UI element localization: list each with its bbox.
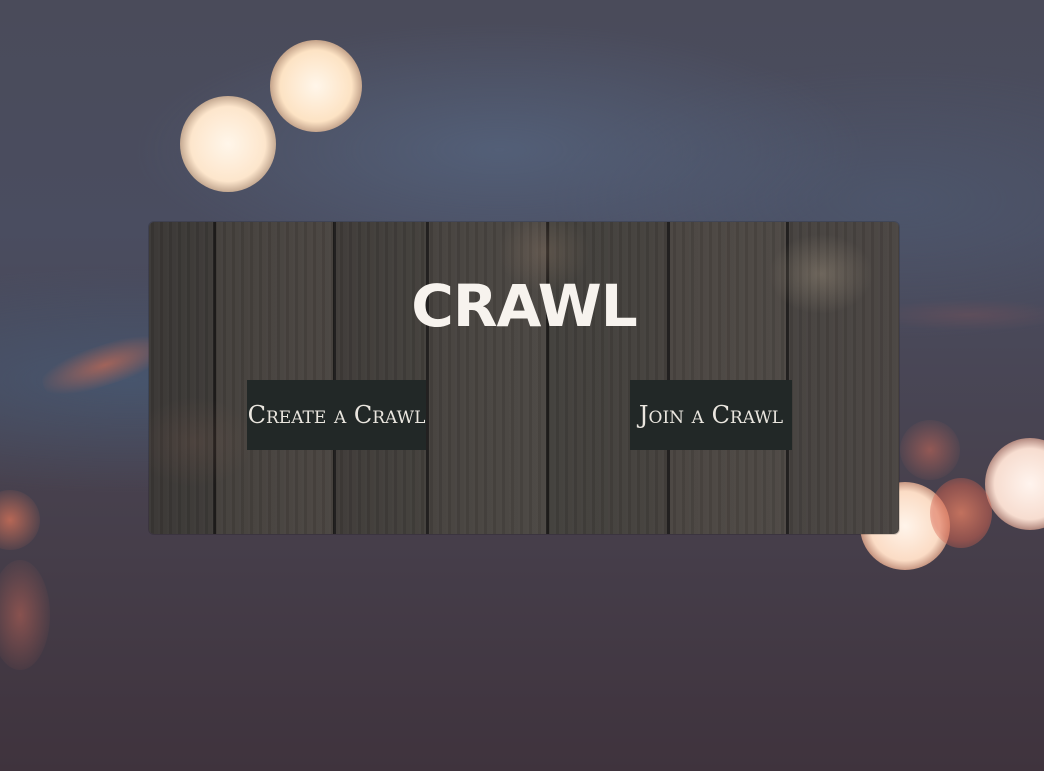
join-crawl-button[interactable]: Join a Crawl: [630, 380, 792, 450]
background-light-blur: [985, 438, 1044, 530]
background-light-blur: [0, 490, 40, 550]
background-light-blur: [930, 478, 992, 548]
background-light-blur: [270, 40, 362, 132]
landing-card: CRAWL Create a Crawl Join a Crawl: [149, 222, 899, 534]
background-light-blur: [900, 420, 960, 480]
create-crawl-button[interactable]: Create a Crawl: [247, 380, 426, 450]
background-light-streak: [880, 300, 1044, 330]
background-light-blur: [180, 96, 276, 192]
background-light-blur: [0, 560, 50, 670]
app-title: CRAWL: [411, 272, 637, 340]
